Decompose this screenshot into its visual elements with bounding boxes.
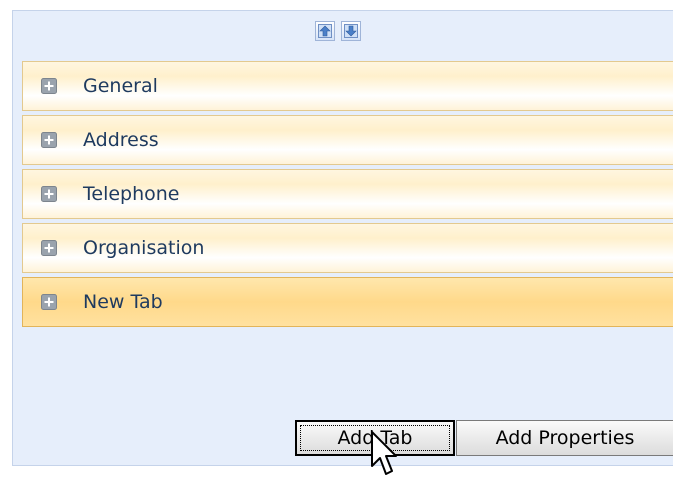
add-properties-label: Add Properties bbox=[495, 427, 635, 449]
reorder-controls bbox=[315, 21, 361, 43]
tab-general[interactable]: General bbox=[22, 61, 673, 111]
tab-list: General Address Telephone Organisation N… bbox=[22, 61, 673, 331]
expand-plus-icon[interactable] bbox=[41, 186, 57, 202]
tab-telephone[interactable]: Telephone bbox=[22, 169, 673, 219]
mouse-pointer-icon bbox=[371, 431, 397, 475]
expand-plus-icon[interactable] bbox=[41, 294, 57, 310]
expand-plus-icon[interactable] bbox=[41, 78, 57, 94]
tab-label: Telephone bbox=[83, 183, 180, 205]
arrow-down-icon bbox=[344, 24, 358, 38]
tab-new-tab[interactable]: New Tab bbox=[22, 277, 673, 327]
expand-plus-icon[interactable] bbox=[41, 240, 57, 256]
tab-editor-panel: General Address Telephone Organisation N… bbox=[12, 10, 673, 466]
add-properties-button[interactable]: Add Properties bbox=[456, 420, 673, 456]
move-down-button[interactable] bbox=[341, 21, 361, 41]
tab-label: Address bbox=[83, 129, 159, 151]
move-up-button[interactable] bbox=[315, 21, 335, 41]
tab-address[interactable]: Address bbox=[22, 115, 673, 165]
tab-label: New Tab bbox=[83, 291, 163, 313]
tab-organisation[interactable]: Organisation bbox=[22, 223, 673, 273]
arrow-up-icon bbox=[318, 24, 332, 38]
expand-plus-icon[interactable] bbox=[41, 132, 57, 148]
tab-label: Organisation bbox=[83, 237, 205, 259]
tab-label: General bbox=[83, 75, 158, 97]
